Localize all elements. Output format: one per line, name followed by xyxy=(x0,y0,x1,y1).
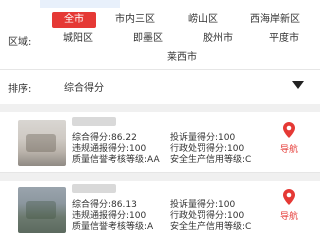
complaint-score: 投诉量得分:100 xyxy=(170,200,236,210)
region-label: 区域: xyxy=(8,37,32,48)
region-option-chengyang[interactable]: 城阳区 xyxy=(56,31,100,47)
quality-rating: 质量信誉考核等级:A xyxy=(72,222,154,232)
company-name-redacted xyxy=(72,184,116,193)
region-option-laoshan[interactable]: 崂山区 xyxy=(178,12,228,28)
list-item[interactable]: 综合得分:86.22 违规通报得分:100 质量信誉考核等级:AA 投诉量得分:… xyxy=(0,114,320,180)
composite-score: 综合得分:86.13 xyxy=(72,200,137,210)
navigate-button[interactable]: 导航 xyxy=(276,122,302,158)
sort-label: 排序: xyxy=(8,84,32,95)
section-gap xyxy=(0,173,320,181)
chevron-down-icon xyxy=(292,81,304,89)
violation-score: 违规通报得分:100 xyxy=(72,144,147,154)
quality-rating: 质量信誉考核等级:AA xyxy=(72,155,160,165)
penalty-score: 行政处罚得分:100 xyxy=(170,144,245,154)
region-option-shinei-sanqu[interactable]: 市内三区 xyxy=(106,12,164,28)
region-option-laixi[interactable]: 莱西市 xyxy=(160,50,204,66)
region-top-band xyxy=(40,0,120,8)
composite-score: 综合得分:86.22 xyxy=(72,133,137,143)
location-pin-icon xyxy=(283,189,295,205)
safety-rating: 安全生产信用等级:C xyxy=(170,155,252,165)
list-item[interactable]: 综合得分:86.13 违规通报得分:100 质量信誉考核等级:A 投诉量得分:1… xyxy=(0,181,320,240)
region-option-xihaian[interactable]: 西海岸新区 xyxy=(238,12,312,28)
divider xyxy=(0,69,320,70)
complaint-score: 投诉量得分:100 xyxy=(170,133,236,143)
region-option-all-city[interactable]: 全市 xyxy=(52,12,96,28)
region-option-pingdu[interactable]: 平度市 xyxy=(262,31,306,47)
navigate-label: 导航 xyxy=(279,145,298,155)
company-photo xyxy=(18,187,66,233)
penalty-score: 行政处罚得分:100 xyxy=(170,211,245,221)
safety-rating: 安全生产信用等级:C xyxy=(170,222,252,232)
page: 区域: 全市 市内三区 崂山区 西海岸新区 城阳区 即墨区 胶州市 平度市 莱西… xyxy=(0,0,320,240)
region-option-jiaozhou[interactable]: 胶州市 xyxy=(196,31,240,47)
section-gap xyxy=(0,104,320,112)
navigate-button[interactable]: 导航 xyxy=(276,189,302,225)
navigate-label: 导航 xyxy=(279,212,298,222)
region-option-jimo[interactable]: 即墨区 xyxy=(126,31,170,47)
company-photo xyxy=(18,120,66,166)
location-pin-icon xyxy=(283,122,295,138)
sort-dropdown[interactable]: 综合得分 xyxy=(54,72,312,98)
sort-value: 综合得分 xyxy=(64,83,104,94)
violation-score: 违规通报得分:100 xyxy=(72,211,147,221)
company-name-redacted xyxy=(72,117,116,126)
region-filter: 区域: 全市 市内三区 崂山区 西海岸新区 城阳区 即墨区 胶州市 平度市 莱西… xyxy=(0,0,320,68)
